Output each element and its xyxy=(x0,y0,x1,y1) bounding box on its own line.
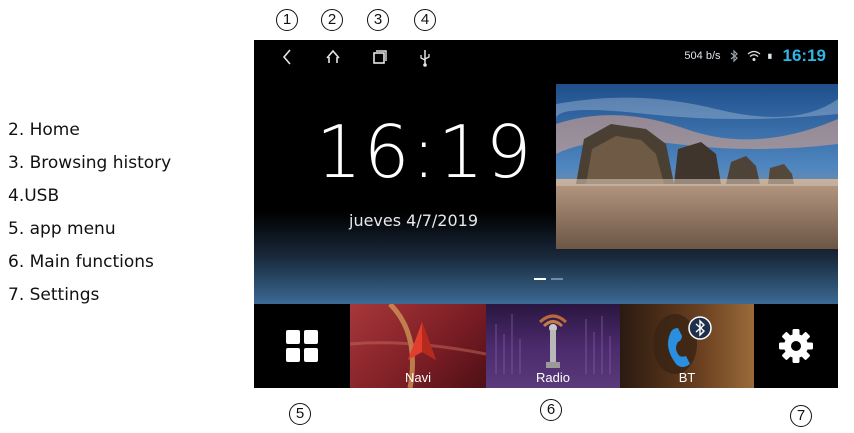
recent-apps-button[interactable] xyxy=(366,45,392,69)
status-time: 16:19 xyxy=(782,46,826,65)
callout-4: 4 xyxy=(414,9,436,31)
callout-1: 1 xyxy=(276,9,298,31)
bluetooth-icon xyxy=(730,49,738,63)
back-icon xyxy=(282,49,291,65)
settings-button[interactable] xyxy=(754,304,838,388)
legend-item-history: 3. Browsing history xyxy=(8,153,172,173)
legend-item-main-functions: 6. Main functions xyxy=(8,252,154,272)
home-button[interactable] xyxy=(320,45,346,69)
status-bar: 504 b/s 16:19 xyxy=(254,40,838,74)
home-main-area: 16:19 jueves 4/7/2019 xyxy=(254,74,838,304)
gear-icon xyxy=(779,329,813,363)
usb-button[interactable] xyxy=(412,45,438,69)
wifi-icon xyxy=(747,50,760,61)
callout-7: 7 xyxy=(790,405,812,427)
callout-5: 5 xyxy=(289,403,311,425)
bt-label: BT xyxy=(678,370,696,385)
callout-6: 6 xyxy=(540,399,562,421)
head-unit-screen: 504 b/s 16:19 16:19 jueves 4/7/2019 Navi… xyxy=(254,40,838,388)
legend: 2. Home 3. Browsing history 4.USB 5. app… xyxy=(8,114,171,312)
legend-item-usb: 4.USB xyxy=(8,186,60,206)
date-label: jueves 4/7/2019 xyxy=(349,211,479,230)
page-dot-active xyxy=(534,278,546,280)
page-indicator xyxy=(534,278,563,280)
data-rate: 504 b/s xyxy=(684,50,721,62)
callout-3: 3 xyxy=(367,9,389,31)
big-clock: 16:19 xyxy=(316,110,534,194)
app-menu-button[interactable] xyxy=(254,304,350,388)
wallpaper-photo xyxy=(556,84,838,249)
grid-icon xyxy=(286,330,318,362)
page-dot xyxy=(551,278,563,280)
status-indicators: 504 b/s 16:19 xyxy=(684,46,826,66)
legend-item-home: 2. Home xyxy=(8,120,80,140)
legend-item-app-menu: 5. app menu xyxy=(8,219,116,239)
back-button[interactable] xyxy=(274,45,300,69)
usb-icon xyxy=(420,50,430,67)
app-dock: Navi Radio BT xyxy=(254,304,838,388)
legend-item-settings: 7. Settings xyxy=(8,285,100,305)
navi-tile[interactable]: Navi xyxy=(350,304,486,388)
battery-icon xyxy=(767,53,772,59)
radio-label: Radio xyxy=(536,370,570,385)
radio-tile[interactable]: Radio xyxy=(486,304,620,388)
bt-tile[interactable]: BT xyxy=(620,304,754,388)
navi-label: Navi xyxy=(404,370,431,385)
callout-2: 2 xyxy=(321,9,343,31)
home-icon xyxy=(326,49,340,63)
recent-apps-icon xyxy=(373,50,387,64)
